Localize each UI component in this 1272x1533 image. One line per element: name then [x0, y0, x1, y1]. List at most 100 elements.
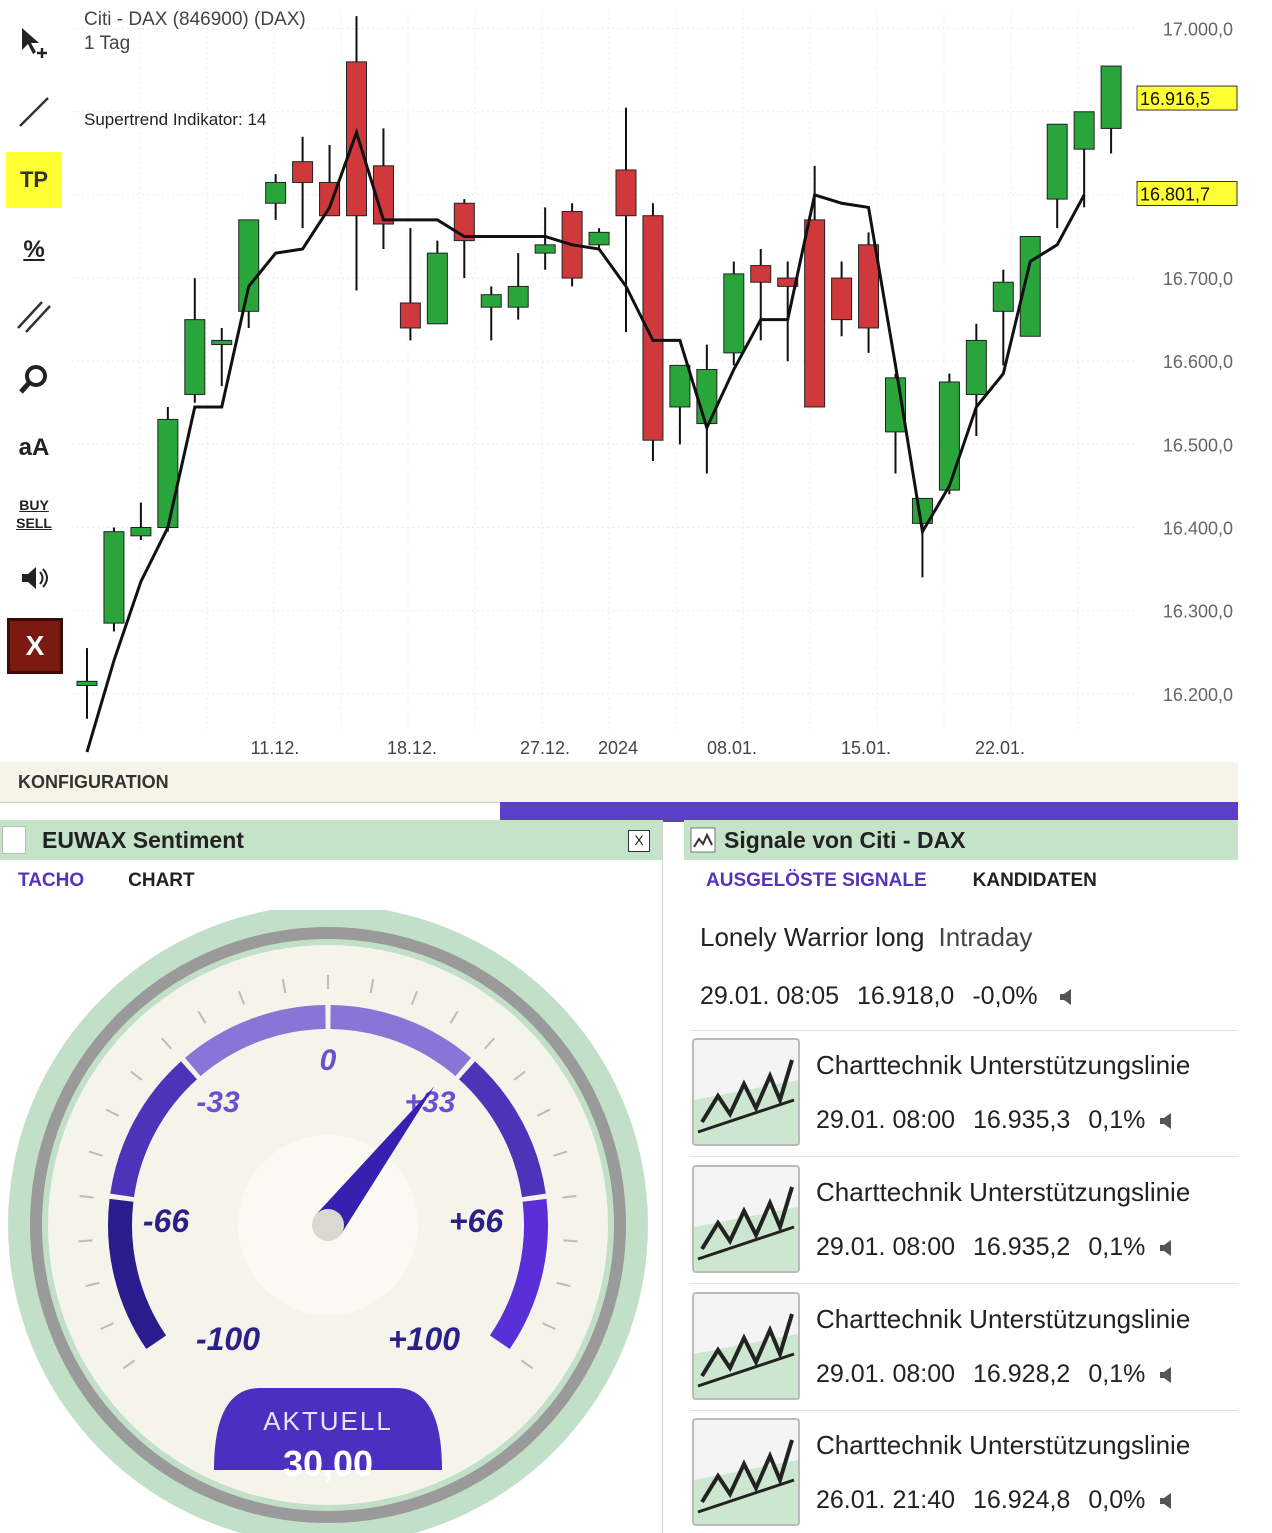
chart-title: Citi - DAX (846900) (DAX) 1 Tag — [84, 8, 306, 56]
candle — [399, 228, 421, 341]
candle-body — [157, 418, 179, 529]
y-axis-label: 16.500,0 — [1163, 435, 1233, 455]
buy-sell-tool-button[interactable]: BUY SELL — [6, 486, 62, 542]
x-axis-label: 18.12. — [387, 738, 437, 758]
x-axis-label: 15.01. — [841, 738, 891, 758]
candle-body — [211, 339, 233, 346]
sentiment-gauge: 0 -33 +33 -66 +66 -100 +100 AKTUELL 30,0… — [8, 910, 648, 1533]
signal-item[interactable]: Charttechnik Unterstützungslinie 29.01. 0… — [692, 1038, 1238, 1148]
gauge-label-minus66: -66 — [143, 1203, 189, 1239]
parallel-lines-tool-icon[interactable] — [6, 288, 62, 344]
zoom-tool-icon[interactable] — [6, 352, 62, 408]
euwax-close-button[interactable]: X — [628, 830, 650, 852]
font-size-tool-button[interactable]: aA — [6, 420, 62, 476]
gauge-label-minus100: -100 — [196, 1321, 260, 1357]
candle-body — [426, 252, 448, 325]
close-chart-button[interactable]: X — [7, 618, 63, 674]
signal-change: 0,1% — [1088, 1360, 1146, 1388]
speaker-icon[interactable] — [1059, 988, 1073, 1006]
candle-body — [669, 364, 691, 408]
candle — [831, 261, 853, 337]
divider — [690, 1156, 1238, 1157]
y-axis-label: 16.400,0 — [1163, 519, 1233, 539]
candle — [292, 136, 314, 229]
signals-tabs: AUSGELÖSTE SIGNALE KANDIDATEN — [706, 870, 1097, 892]
candle — [480, 286, 502, 341]
signal-item[interactable]: Charttechnik Unterstützungslinie 29.01. 0… — [692, 1292, 1238, 1402]
signal-details: 29.01. 08:00 16.935,3 0,1% — [816, 1106, 1173, 1135]
price-tag-text: 16.801,7 — [1140, 185, 1210, 205]
candle — [157, 406, 179, 532]
candle-body — [992, 281, 1014, 312]
candle-body — [1100, 65, 1122, 129]
candle — [777, 261, 799, 362]
candle-body — [1073, 111, 1095, 150]
candle — [184, 278, 206, 403]
signal-name: Charttechnik Unterstützungslinie — [816, 1177, 1191, 1207]
chart-title-instrument: Citi - DAX (846900) (DAX) — [84, 9, 306, 30]
line-tool-icon[interactable] — [6, 84, 62, 140]
supertrend-price-tag: 16.801,7 — [1136, 181, 1238, 207]
candle — [1046, 123, 1068, 229]
signal-item[interactable]: Charttechnik Unterstützungslinie 26.01. 2… — [692, 1418, 1238, 1528]
current-caption: AKTUELL — [263, 1406, 393, 1436]
gauge-tick — [78, 1239, 93, 1243]
signal-details: 29.01. 08:00 16.935,2 0,1% — [816, 1233, 1173, 1262]
tab-tacho[interactable]: TACHO — [18, 870, 84, 892]
speaker-icon[interactable] — [1159, 1366, 1173, 1384]
speaker-icon[interactable] — [1159, 1112, 1173, 1130]
tab-candidates[interactable]: KANDIDATEN — [973, 870, 1097, 892]
signal-change: 0,1% — [1088, 1233, 1146, 1261]
x-axis-label: 27.12. — [520, 738, 570, 758]
candle-body — [238, 219, 260, 312]
chart-title-period: 1 Tag — [84, 33, 131, 54]
x-axis-label: 22.01. — [975, 738, 1025, 758]
configuration-label[interactable]: KONFIGURATION — [18, 772, 169, 793]
candle-body — [292, 161, 314, 183]
candle-body — [265, 181, 287, 204]
candle — [426, 240, 448, 325]
candle-body — [76, 680, 98, 686]
euwax-panel-title: EUWAX Sentiment — [42, 826, 244, 853]
tp-tool-button[interactable]: TP — [6, 152, 62, 208]
signal-details: 26.01. 21:40 16.924,8 0,0% — [816, 1486, 1173, 1515]
sell-label: SELL — [16, 515, 52, 531]
candle — [911, 497, 933, 578]
gauge-needle-hub — [312, 1209, 344, 1241]
signal-item[interactable]: Charttechnik Unterstützungslinie 29.01. 0… — [692, 1165, 1238, 1275]
speaker-icon[interactable] — [1159, 1492, 1173, 1510]
signal-time: 26.01. 21:40 — [816, 1486, 956, 1514]
tab-chart[interactable]: CHART — [128, 870, 195, 892]
candle — [103, 527, 125, 632]
signal-details: 29.01. 08:00 16.928,2 0,1% — [816, 1360, 1173, 1389]
speaker-icon[interactable] — [1159, 1239, 1173, 1257]
signals-panel: Signale von Citi - DAX AUSGELÖSTE SIGNAL… — [684, 820, 1238, 1533]
candle — [723, 261, 745, 366]
candle — [507, 253, 529, 320]
percent-tool-button[interactable]: % — [6, 222, 62, 278]
lead-signal-kind: Intraday — [938, 922, 1033, 952]
configuration-bar[interactable]: KONFIGURATION — [0, 762, 1238, 803]
panel-checkbox[interactable] — [2, 826, 26, 854]
candle — [642, 203, 664, 461]
divider — [690, 1283, 1238, 1284]
price-chart-area[interactable]: 17.000,0 16.700,0 16.600,0 16.500,0 16.400,0… — [0, 0, 1240, 762]
signals-panel-title: Signale von Citi - DAX — [724, 826, 966, 853]
tab-triggered-signals[interactable]: AUSGELÖSTE SIGNALE — [706, 870, 927, 892]
candle-body — [938, 381, 960, 491]
candle-body — [1046, 123, 1068, 200]
cursor-tool-icon[interactable] — [6, 14, 62, 70]
chart-toolbar: TP % aA BUY SELL X — [0, 0, 70, 762]
signal-price: 16.935,2 — [973, 1233, 1071, 1261]
supertrend-line — [85, 127, 1086, 753]
lead-signal-details: 29.01. 08:05 16.918,0 -0,0% — [700, 982, 1073, 1011]
candle — [372, 128, 394, 249]
signal-time: 29.01. 08:00 — [816, 1360, 956, 1388]
signals-panel-header: Signale von Citi - DAX — [684, 820, 1238, 860]
signal-time: 29.01. 08:00 — [816, 1106, 956, 1134]
euwax-tabs: TACHO CHART — [18, 870, 195, 892]
speaker-icon[interactable] — [6, 550, 62, 606]
support-line-chart-icon — [692, 1038, 800, 1146]
x-axis-label: 2024 — [598, 738, 638, 758]
lead-signal-title[interactable]: Lonely Warrior long Intraday — [700, 922, 1032, 953]
